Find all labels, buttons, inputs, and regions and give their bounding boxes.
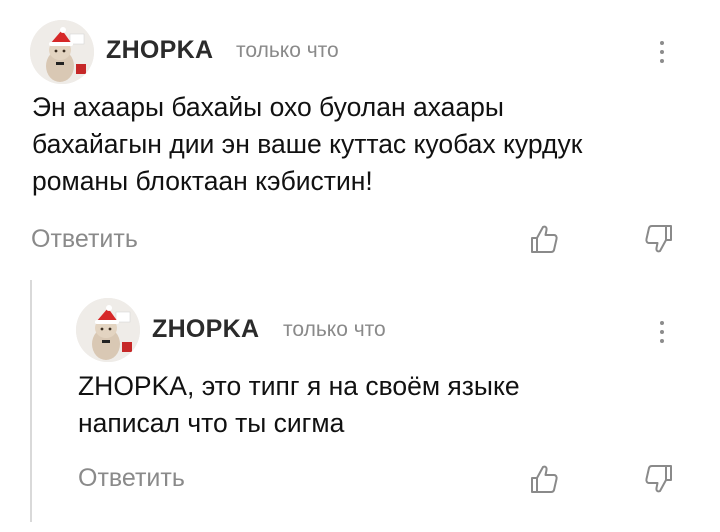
reply-button[interactable]: Ответить [78,464,185,493]
comment-text: ZHOPKA, это типг я на своём языке написа… [78,371,520,438]
avatar[interactable] [30,20,94,84]
more-options-icon[interactable] [652,318,672,348]
cat-avatar-icon [76,298,140,362]
reply-comment: ZHOPKA только что ZHOPKA, это типг я на … [30,280,720,532]
comment: ZHOPKA только что Эн ахаары бахайы охо б… [0,0,720,270]
comment-timestamp: только что [283,318,386,341]
cat-avatar-icon [30,20,94,84]
thumbs-down-icon[interactable] [642,462,676,496]
thumbs-up-icon[interactable] [527,462,561,496]
thumbs-down-icon[interactable] [642,222,676,256]
comment-text: Эн ахаары бахайы охо буолан ахаары бахай… [32,92,583,196]
avatar[interactable] [76,298,140,362]
comment-author[interactable]: ZHOPKA [106,36,213,65]
more-options-icon[interactable] [652,38,672,68]
thumbs-up-icon[interactable] [527,222,561,256]
reply-button[interactable]: Ответить [31,225,138,254]
comment-timestamp: только что [236,39,339,62]
comment-author[interactable]: ZHOPKA [152,315,259,344]
